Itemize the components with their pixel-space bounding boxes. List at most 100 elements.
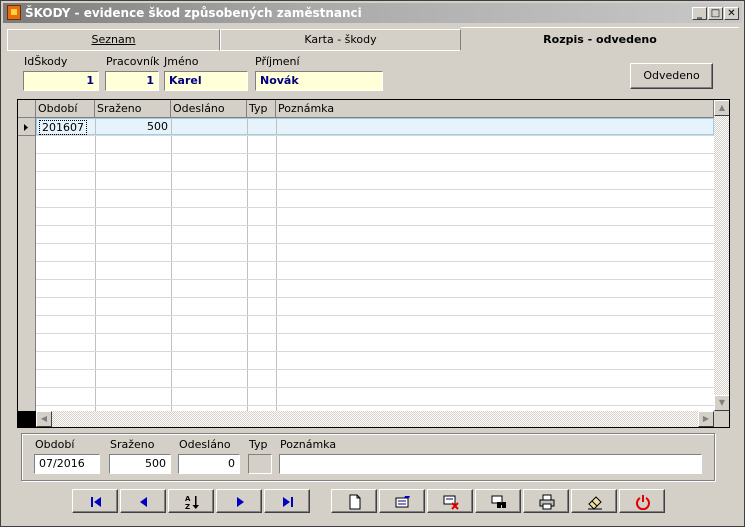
prijmeni-field[interactable]: Novák — [255, 71, 383, 91]
idskody-field[interactable]: 1 — [23, 71, 99, 91]
scroll-up-button[interactable]: ▲ — [714, 100, 729, 116]
grid-row-line — [36, 171, 714, 172]
svg-text:Z: Z — [185, 503, 190, 510]
grid-corner — [18, 100, 36, 118]
grid-column-line — [95, 118, 96, 411]
tab-karta-skody-label: Karta - škody — [304, 33, 377, 46]
edit-record-button[interactable] — [379, 489, 425, 513]
grid-row-line — [36, 261, 714, 262]
grid-row-line — [36, 387, 714, 388]
detail-poznamka-label: Poznámka — [280, 438, 337, 451]
grid-scroll-corner — [714, 411, 729, 427]
cell-obdobi[interactable]: 201607 — [39, 120, 87, 135]
new-record-button[interactable] — [331, 489, 377, 513]
grid-row-line — [36, 207, 714, 208]
grid-row-line — [36, 333, 714, 334]
next-record-button[interactable] — [216, 489, 262, 513]
grid-column-line — [247, 118, 248, 411]
grid-row-line — [36, 135, 714, 136]
column-header-obdobi[interactable]: Období — [36, 100, 95, 118]
table-row[interactable]: 201607 500 — [36, 118, 714, 135]
prijmeni-label: Příjmení — [255, 55, 300, 68]
jmeno-field[interactable]: Karel — [164, 71, 248, 91]
detail-typ-field[interactable] — [248, 454, 272, 474]
delete-record-icon — [443, 495, 459, 510]
tab-karta-skody[interactable]: Karta - škody — [220, 29, 461, 51]
find-icon — [491, 495, 506, 508]
exit-button[interactable] — [619, 489, 665, 513]
detail-poznamka-field[interactable] — [279, 454, 702, 474]
grid-scroll-corner-left — [18, 411, 36, 427]
detail-odeslano-label: Odesláno — [179, 438, 231, 451]
maximize-button[interactable]: □ — [708, 7, 723, 20]
sort-az-icon: AZ — [185, 495, 199, 510]
new-record-icon — [349, 494, 361, 510]
tab-seznam-label: Seznam — [91, 33, 136, 46]
grid-row-line — [36, 315, 714, 316]
tab-rozpis-odvedeno-label: Rozpis - odvedeno — [543, 33, 657, 46]
delete-record-button[interactable] — [427, 489, 473, 513]
grid-row-line — [36, 279, 714, 280]
print-button[interactable] — [523, 489, 569, 513]
column-header-typ[interactable]: Typ — [247, 100, 276, 118]
detail-srazeno-label: Sraženo — [110, 438, 155, 451]
print-icon — [539, 494, 555, 510]
title-bar: ŠKODY - evidence škod způsobených zaměst… — [3, 3, 742, 23]
power-off-icon — [636, 495, 650, 510]
grid-row-line — [36, 153, 714, 154]
detail-typ-label: Typ — [249, 438, 268, 451]
previous-record-button[interactable] — [120, 489, 166, 513]
tab-seznam[interactable]: Seznam — [7, 29, 220, 51]
main-window: ŠKODY - evidence škod způsobených zaměst… — [0, 0, 745, 527]
odvedeno-button[interactable]: Odvedeno — [630, 63, 713, 89]
row-selector-column — [18, 136, 36, 411]
pracovnik-field[interactable]: 1 — [105, 71, 159, 91]
last-record-icon — [283, 497, 293, 507]
vertical-scrollbar[interactable]: ▲ ▼ — [714, 100, 729, 411]
previous-record-icon — [140, 497, 147, 507]
last-record-button[interactable] — [264, 489, 310, 513]
sort-button[interactable]: AZ — [168, 489, 214, 513]
horizontal-scrollbar[interactable]: ◀ ▶ — [36, 411, 714, 427]
grid-column-line — [276, 118, 277, 411]
grid-row-line — [36, 351, 714, 352]
records-grid[interactable]: Období Sraženo Odesláno Typ Poznámka 201… — [17, 99, 730, 428]
grid-row-line — [36, 369, 714, 370]
idskody-label: IdŠkody — [24, 55, 68, 68]
find-button[interactable] — [475, 489, 521, 513]
detail-srazeno-field[interactable]: 500 — [109, 454, 171, 474]
column-header-odeslano[interactable]: Odesláno — [171, 100, 247, 118]
app-icon — [7, 5, 21, 20]
grid-row-line — [36, 225, 714, 226]
navigation-toolbar: AZ — [72, 489, 312, 513]
scroll-left-button[interactable]: ◀ — [36, 411, 52, 427]
tab-rozpis-odvedeno[interactable]: Rozpis - odvedeno — [461, 27, 739, 51]
grid-row-line — [36, 189, 714, 190]
edit-record-icon — [395, 496, 410, 508]
grid-row-line — [36, 297, 714, 298]
grid-column-line — [171, 118, 172, 411]
column-header-poznamka[interactable]: Poznámka — [276, 100, 714, 118]
first-record-button[interactable] — [72, 489, 118, 513]
first-record-icon — [91, 497, 101, 507]
detail-odeslano-field[interactable]: 0 — [178, 454, 240, 474]
window-title: ŠKODY - evidence škod způsobených zaměst… — [25, 6, 362, 20]
next-record-icon — [237, 497, 244, 507]
pracovnik-label: Pracovník — [106, 55, 160, 68]
cell-srazeno[interactable]: 500 — [96, 119, 168, 135]
column-header-srazeno[interactable]: Sraženo — [95, 100, 171, 118]
erase-button[interactable] — [571, 489, 617, 513]
row-selector-current[interactable] — [18, 118, 36, 136]
scroll-down-button[interactable]: ▼ — [714, 395, 729, 411]
current-row-arrow-icon — [24, 124, 28, 131]
minimize-button[interactable]: _ — [692, 7, 707, 20]
detail-obdobi-field[interactable]: 07/2016 — [34, 454, 100, 474]
close-button[interactable]: ✕ — [724, 7, 739, 20]
grid-row-line — [36, 405, 714, 406]
action-toolbar — [331, 489, 667, 513]
erase-icon — [588, 496, 602, 510]
scroll-right-button[interactable]: ▶ — [698, 411, 714, 427]
jmeno-label: Jméno — [164, 55, 199, 68]
svg-text:A: A — [185, 495, 191, 503]
detail-obdobi-label: Období — [35, 438, 75, 451]
